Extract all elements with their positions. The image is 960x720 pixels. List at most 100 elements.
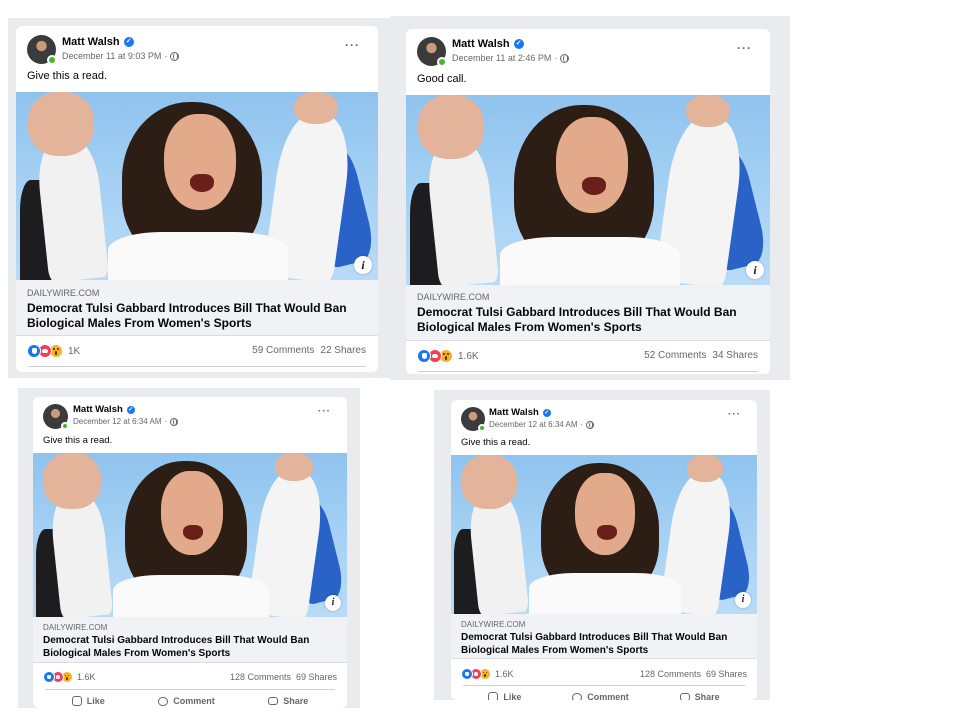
link-domain: DAILYWIRE.COM	[43, 623, 108, 632]
link-preview[interactable]: DAILYWIRE.COM Democrat Tulsi Gabbard Int…	[451, 614, 757, 659]
more-options-icon[interactable]: ···	[728, 409, 741, 420]
image-shape	[28, 92, 94, 156]
online-status-icon	[47, 55, 57, 65]
reaction-count: 1.6K	[77, 672, 96, 682]
like-icon	[488, 692, 499, 700]
comment-count[interactable]: 52 Comments	[644, 350, 706, 361]
globe-icon	[170, 417, 179, 426]
link-preview-image[interactable]: i	[33, 453, 347, 617]
share-count[interactable]: 34 Shares	[712, 350, 758, 361]
reaction-summary[interactable]: 1.6K	[461, 668, 514, 680]
link-preview[interactable]: DAILYWIRE.COM Democrat Tulsi Gabbard Int…	[406, 285, 770, 341]
post-timestamp[interactable]: December 12 at 6:34 AM	[73, 417, 162, 426]
divider	[45, 689, 335, 690]
facebook-post: Matt Walsh ✓ December 11 at 9:03 PM · ··…	[16, 26, 378, 372]
engagement-counts: 128 Comments 69 Shares	[230, 672, 337, 682]
image-shape	[161, 471, 223, 555]
globe-icon	[560, 53, 570, 63]
image-shape	[48, 492, 114, 617]
info-icon[interactable]: i	[354, 256, 372, 274]
post-meta: December 12 at 6:34 AM ·	[73, 417, 179, 426]
reaction-summary[interactable]: 1.6K	[43, 671, 96, 683]
image-shape	[582, 177, 606, 195]
post-timestamp[interactable]: December 12 at 6:34 AM	[489, 420, 578, 429]
author-name[interactable]: Matt Walsh	[489, 407, 539, 418]
facebook-post: Matt Walsh ✓ December 12 at 6:34 AM · ··…	[33, 397, 347, 708]
comment-count[interactable]: 128 Comments	[640, 669, 701, 679]
divider	[463, 685, 745, 686]
image-shape	[418, 95, 484, 159]
verified-badge-icon: ✓	[513, 39, 524, 49]
like-reaction-icon	[43, 671, 55, 683]
comment-button[interactable]: Comment	[572, 692, 629, 700]
info-icon[interactable]: i	[746, 261, 764, 279]
reaction-count: 1.6K	[495, 669, 514, 679]
more-options-icon[interactable]: ···	[318, 406, 331, 417]
online-status-icon	[437, 57, 447, 67]
link-domain: DAILYWIRE.COM	[27, 288, 100, 298]
reaction-summary[interactable]: 1K	[27, 344, 80, 358]
link-preview[interactable]: DAILYWIRE.COM Democrat Tulsi Gabbard Int…	[16, 280, 378, 336]
author-line: Matt Walsh ✓	[489, 407, 551, 418]
like-button[interactable]: Like	[71, 696, 105, 706]
reaction-summary[interactable]: 1.6K	[417, 349, 479, 363]
post-actions: Like Comment Share	[45, 696, 335, 706]
image-shape	[687, 455, 723, 482]
globe-icon	[586, 420, 595, 429]
post-timestamp[interactable]: December 11 at 2:46 PM	[452, 53, 551, 63]
info-icon[interactable]: i	[735, 592, 751, 608]
image-shape	[556, 117, 628, 213]
share-count[interactable]: 69 Shares	[706, 669, 747, 679]
divider	[418, 371, 758, 372]
image-shape	[43, 453, 101, 509]
comment-count[interactable]: 128 Comments	[230, 672, 291, 682]
link-title[interactable]: Democrat Tulsi Gabbard Introduces Bill T…	[43, 634, 339, 660]
image-shape	[34, 137, 110, 280]
link-preview-image[interactable]: i	[406, 95, 770, 285]
avatar[interactable]	[461, 407, 486, 432]
avatar[interactable]	[417, 37, 447, 67]
comment-count[interactable]: 59 Comments	[252, 345, 314, 356]
facebook-post: Matt Walsh ✓ December 12 at 6:34 AM · ··…	[451, 400, 757, 700]
share-button[interactable]: Share	[268, 696, 308, 706]
verified-badge-icon: ✓	[542, 408, 551, 417]
more-options-icon[interactable]: ···	[345, 38, 360, 52]
share-button[interactable]: Share	[679, 692, 720, 700]
share-count[interactable]: 69 Shares	[296, 672, 337, 682]
facebook-post: Matt Walsh ✓ December 11 at 2:46 PM · ··…	[406, 29, 770, 374]
author-line: Matt Walsh ✓	[452, 38, 524, 50]
avatar[interactable]	[43, 404, 69, 430]
image-shape	[183, 525, 203, 540]
share-icon	[268, 697, 279, 705]
reaction-count: 1.6K	[458, 350, 479, 362]
link-title[interactable]: Democrat Tulsi Gabbard Introduces Bill T…	[27, 301, 365, 331]
reaction-count: 1K	[68, 345, 81, 357]
post-timestamp[interactable]: December 11 at 9:03 PM	[62, 51, 161, 61]
info-icon[interactable]: i	[325, 595, 341, 611]
like-button[interactable]: Like	[488, 692, 521, 700]
engagement-counts: 59 Comments 22 Shares	[252, 345, 366, 356]
link-preview-image[interactable]: i	[16, 92, 378, 280]
post-actions: Like Comment Share	[463, 692, 745, 700]
image-shape	[466, 492, 530, 614]
more-options-icon[interactable]: ···	[737, 41, 752, 55]
like-reaction-icon	[461, 668, 473, 680]
link-preview[interactable]: DAILYWIRE.COM Democrat Tulsi Gabbard Int…	[33, 617, 347, 663]
share-count[interactable]: 22 Shares	[320, 345, 366, 356]
post-text: Give this a read.	[43, 435, 113, 446]
author-name[interactable]: Matt Walsh	[73, 404, 123, 415]
online-status-icon	[478, 424, 486, 432]
link-title[interactable]: Democrat Tulsi Gabbard Introduces Bill T…	[461, 631, 751, 657]
link-preview-image[interactable]: i	[451, 455, 757, 614]
post-meta: December 12 at 6:34 AM ·	[489, 420, 595, 429]
image-shape	[190, 174, 214, 192]
author-name[interactable]: Matt Walsh	[62, 36, 120, 48]
author-name[interactable]: Matt Walsh	[452, 38, 510, 50]
like-reaction-icon	[27, 344, 41, 358]
link-domain: DAILYWIRE.COM	[461, 620, 526, 629]
post-meta: December 11 at 9:03 PM ·	[62, 51, 180, 61]
author-line: Matt Walsh ✓	[62, 36, 134, 48]
link-title[interactable]: Democrat Tulsi Gabbard Introduces Bill T…	[417, 305, 757, 335]
comment-button[interactable]: Comment	[158, 696, 215, 706]
avatar[interactable]	[27, 35, 57, 65]
